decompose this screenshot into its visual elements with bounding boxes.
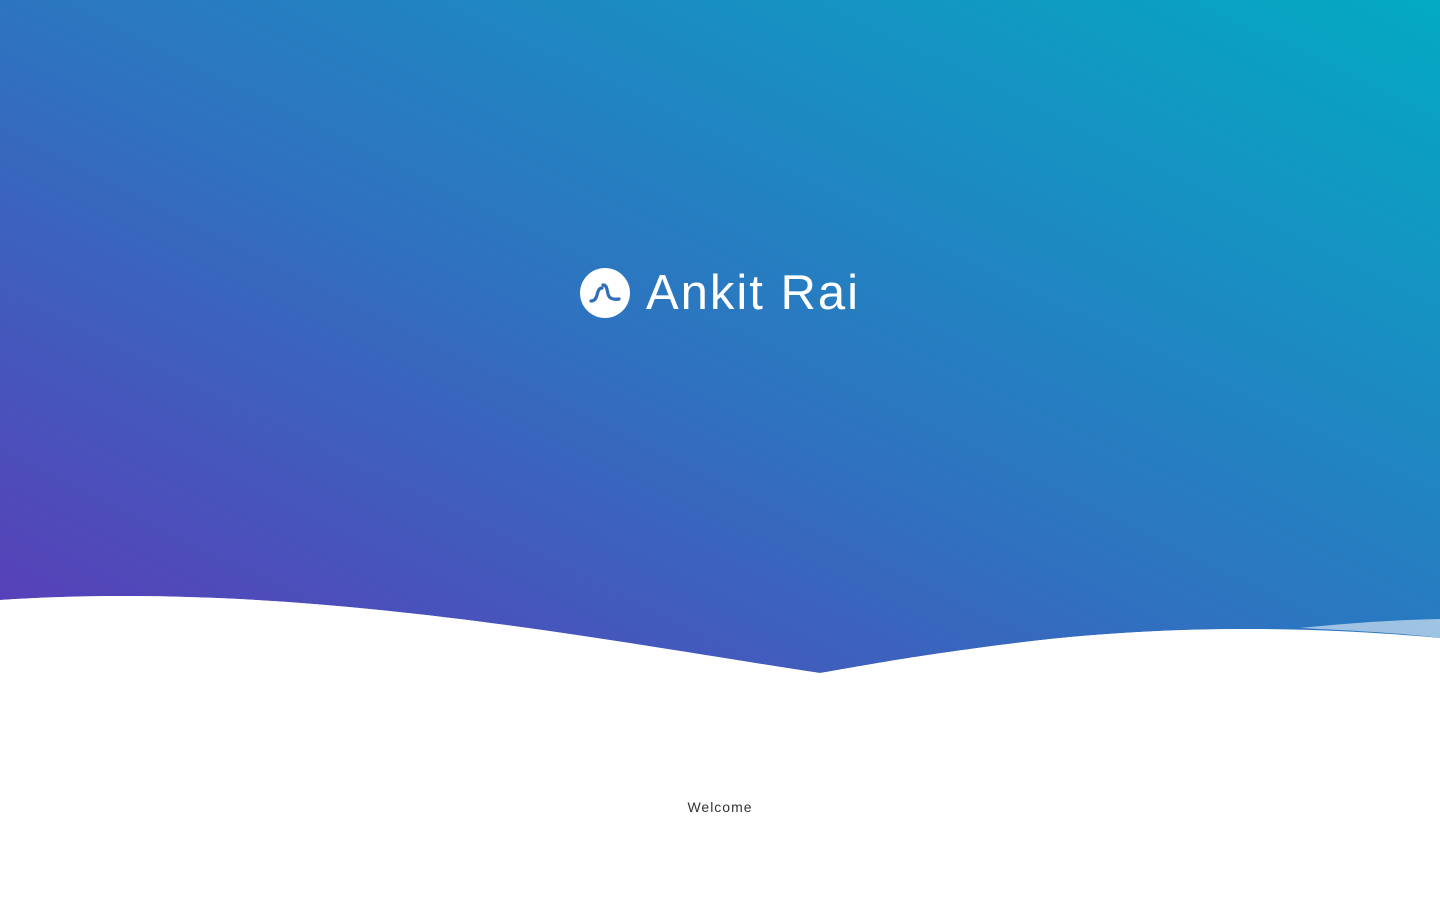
stylized-wave-logo-icon (579, 268, 630, 318)
splash-page: Ankit Rai Welcome (0, 0, 1440, 900)
hero-background (0, 0, 1440, 673)
welcome-text: Welcome (687, 799, 753, 815)
brand-header: Ankit Rai (0, 266, 1440, 320)
brand-name: Ankit Rai (645, 266, 861, 320)
hero-gradient-banner (0, 0, 1440, 900)
